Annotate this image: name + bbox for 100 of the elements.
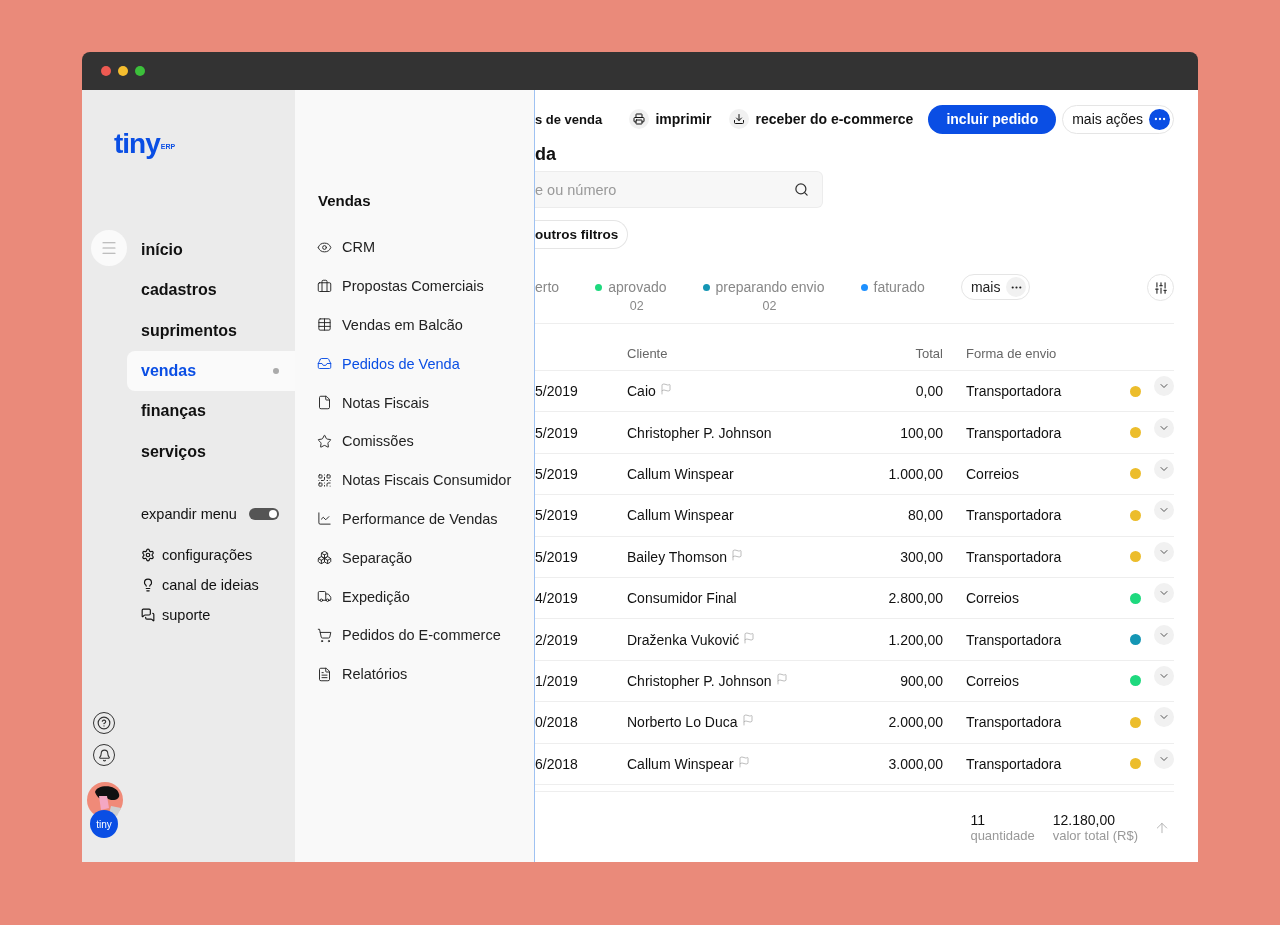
expand-button[interactable]	[1154, 541, 1174, 562]
table-cell: Callum Winspear	[627, 755, 734, 772]
table-cell-text: 5/2019	[535, 507, 579, 524]
expand-button[interactable]	[1154, 624, 1174, 645]
table-cell-text: Transportadora	[965, 755, 1063, 772]
table-cell-text: 2.800,00	[887, 590, 943, 607]
table-cell: Consumidor Final	[627, 590, 737, 607]
submenu-item[interactable]: Expedição	[342, 588, 410, 605]
lightbulb-icon	[141, 578, 155, 593]
flag-icon[interactable]	[737, 755, 750, 768]
table-cell-text: Transportadora	[965, 507, 1063, 524]
submenu-item[interactable]: Notas Fiscais Consumidor	[342, 472, 512, 489]
nav-item[interactable]: suprimentos	[127, 310, 295, 351]
submenu-item[interactable]: CRM	[342, 239, 376, 256]
table-cell-text: 6/2018	[535, 755, 579, 772]
flag-icon[interactable]	[743, 631, 756, 644]
expand-button[interactable]	[1154, 376, 1174, 397]
table-cell-text: 5/2019	[535, 383, 579, 400]
table-cell-text: Transportadora	[965, 631, 1063, 648]
add-order-button[interactable]: incluir pedido	[928, 104, 1057, 134]
expand-menu-switch[interactable]	[249, 507, 279, 520]
print-button[interactable]: imprimir	[629, 109, 712, 129]
nav-item[interactable]: vendas	[127, 350, 295, 392]
status-tab[interactable]: preparando envio 02	[702, 277, 825, 313]
nav-item[interactable]: finanças	[127, 391, 295, 432]
page-title: da	[535, 144, 557, 165]
table-cell-text: 80,00	[906, 507, 943, 524]
settings-button[interactable]	[1147, 274, 1174, 301]
submenu-item[interactable]: Pedidos de Venda	[342, 355, 460, 372]
submenu-item[interactable]: Performance de Vendas	[342, 510, 498, 527]
table-cell-text: 1.200,00	[887, 631, 943, 648]
sliders-icon	[1153, 280, 1168, 295]
sidebar-link[interactable]: configurações	[162, 547, 253, 564]
expand-button[interactable]	[1154, 500, 1174, 521]
flag-icon[interactable]	[741, 714, 754, 727]
download-icon	[733, 113, 746, 125]
table-cell: Draženka Vuković	[627, 631, 740, 648]
menu-button[interactable]	[91, 230, 127, 266]
printer-icon	[633, 113, 646, 125]
document-icon	[317, 666, 332, 682]
flag-icon[interactable]	[731, 548, 744, 561]
menu-icon[interactable]	[100, 239, 118, 257]
table-cell-text: 0,00	[914, 383, 943, 400]
table-cell: Norberto Lo Duca	[627, 714, 738, 731]
settings-icon	[141, 548, 155, 563]
quantity-label: quantidade	[970, 827, 1035, 843]
receive-button[interactable]: receber do e-commerce	[729, 109, 914, 129]
status-tab[interactable]: erto	[535, 277, 560, 297]
total-value: 12.180,00	[1052, 811, 1117, 828]
expand-button[interactable]	[1154, 748, 1174, 769]
submenu-item[interactable]: Vendas em Balcão	[342, 317, 463, 333]
expand-button[interactable]	[1154, 458, 1174, 479]
quantity-value: 11	[970, 811, 986, 828]
zoom-control[interactable]	[135, 66, 145, 76]
close-control[interactable]	[101, 66, 111, 76]
search-icon[interactable]	[794, 182, 809, 197]
eye-icon	[317, 239, 332, 255]
nav-item[interactable]: cadastros	[127, 270, 295, 311]
table-cell-text: 100,00	[899, 424, 943, 441]
boxes-icon	[317, 550, 332, 566]
table-cell-text: Transportadora	[965, 548, 1063, 565]
submenu-item[interactable]: Relatórios	[342, 666, 408, 683]
expand-button[interactable]	[1154, 583, 1174, 604]
submenu-item[interactable]: Notas Fiscais	[342, 394, 430, 411]
more-actions-button[interactable]: mais ações	[1062, 104, 1174, 134]
table-cell-text: Transportadora	[965, 714, 1063, 731]
search-field[interactable]: e ou número	[535, 171, 823, 208]
status-tab[interactable]: faturado	[860, 277, 925, 297]
expand-button[interactable]	[1154, 665, 1174, 686]
flag-icon[interactable]	[659, 383, 672, 396]
table-cell: Christopher P. Johnson	[627, 424, 772, 441]
sidebar-link[interactable]: suporte	[162, 607, 211, 624]
flag-icon[interactable]	[775, 672, 788, 685]
table-cell-text: 1/2019	[535, 672, 579, 689]
filters-button[interactable]: outros filtros	[535, 220, 629, 249]
sidebar-link[interactable]: canal de ideias	[162, 577, 259, 594]
column-header: Cliente	[627, 345, 669, 361]
minimize-control[interactable]	[118, 66, 128, 76]
nav-item[interactable]: início	[127, 230, 295, 271]
page-breadcrumb: s de venda	[535, 111, 603, 127]
expand-button[interactable]	[1154, 417, 1174, 438]
submenu-item[interactable]: Comissões	[342, 433, 414, 450]
table-cell-text: 300,00	[899, 548, 943, 565]
table-cell-text: 5/2019	[535, 548, 579, 565]
table-cell-text: Transportadora	[965, 424, 1063, 441]
status-tab[interactable]: aprovado 02	[595, 277, 667, 313]
line-chart-icon	[317, 511, 332, 527]
toggle-label: expandir menu	[141, 505, 237, 522]
nav-item[interactable]: serviços	[127, 431, 295, 472]
submenu-title: Vendas	[318, 192, 372, 209]
account-badge[interactable]: tiny	[90, 810, 118, 838]
submenu-item[interactable]: Propostas Comerciais	[342, 278, 484, 295]
table-cell-text: 2.000,00	[887, 714, 943, 731]
expand-button[interactable]	[1154, 707, 1174, 728]
file-icon	[317, 395, 332, 411]
submenu-item[interactable]: Pedidos do E-commerce	[342, 627, 501, 644]
more-tabs-button[interactable]: mais	[960, 274, 1031, 300]
table-cell: Christopher P. Johnson	[627, 672, 772, 689]
submenu-item[interactable]: Separação	[342, 549, 413, 566]
inbox-icon	[317, 356, 332, 372]
